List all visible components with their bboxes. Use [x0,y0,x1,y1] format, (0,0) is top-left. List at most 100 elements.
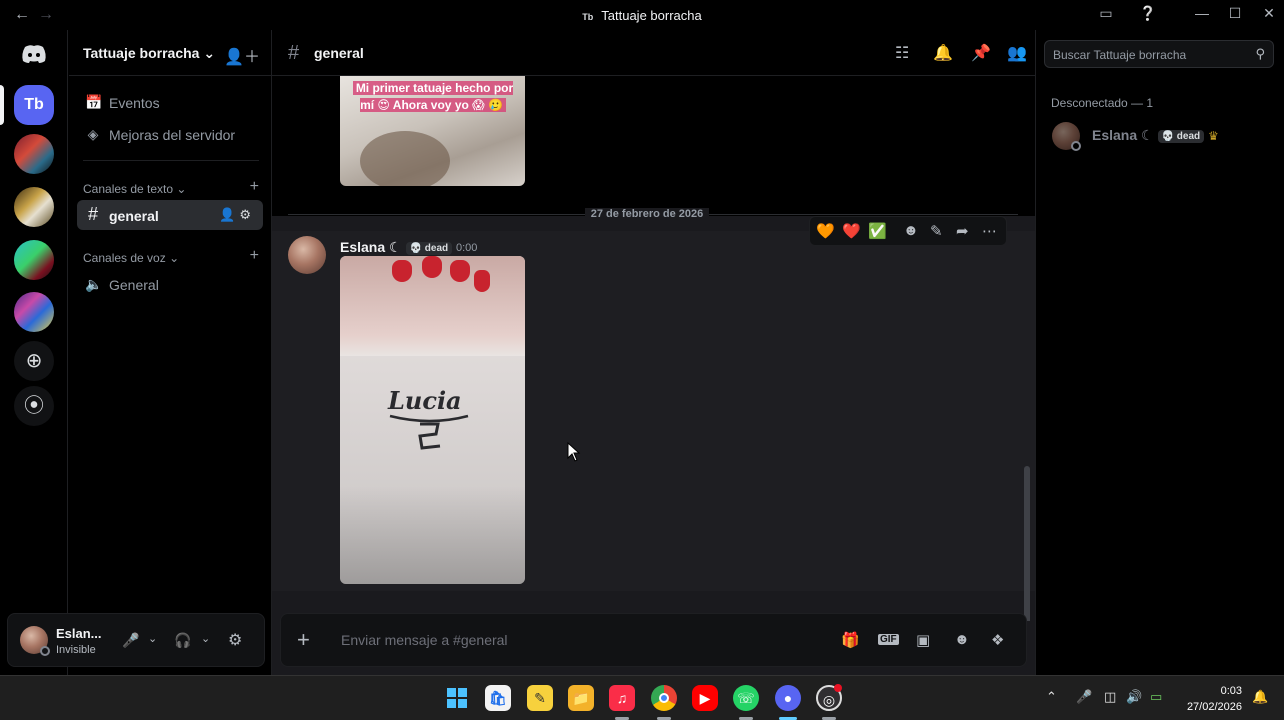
message-composer[interactable]: + Enviar mensaje a #general 🎁 GIF ▣ ☻ ❖ [280,613,1027,667]
youtube-icon[interactable]: ▶ [692,685,718,711]
pin-icon[interactable]: 📌 [971,43,991,63]
forward-icon[interactable]: ➦ [956,222,969,240]
network-icon[interactable]: ◫ [1104,689,1116,705]
discord-home-icon[interactable] [14,34,54,74]
server-icon-folder-3[interactable] [14,240,54,280]
inbox-icon[interactable]: ▭ [1096,5,1116,25]
reaction-check-icon[interactable]: ✅ [868,222,887,240]
add-voice-channel-icon[interactable]: + [250,247,259,265]
bell-icon[interactable]: 🔔 [933,43,953,63]
battery-icon[interactable]: ▭ [1150,689,1162,705]
invite-people-icon[interactable]: 👤＋ [224,43,260,67]
server-icon-folder-1[interactable] [14,134,54,174]
message-author[interactable]: Eslana ☾ 💀 dead [340,239,453,256]
search-placeholder: Buscar Tattuaje borracha [1053,48,1187,62]
gear-icon[interactable]: ⚙ [239,207,255,222]
server-name[interactable]: Tattuaje borracha ⌄ [83,45,215,62]
hash-icon: # [87,204,98,224]
sticky-notes-icon[interactable]: ✎ [527,685,553,711]
server-icon-tattuaje[interactable]: Tb [14,85,54,125]
sticker-icon[interactable]: ▣ [916,631,930,649]
chevron-up-icon[interactable]: ⌃ [1046,689,1057,705]
message-image-attachment[interactable]: Mi primer tatuaje hecho por mí 😍 Ahora v… [340,76,525,186]
minimize-icon[interactable]: — [1192,5,1212,25]
file-explorer-icon[interactable]: 📁 [568,685,594,711]
gif-icon[interactable]: GIF [878,634,899,645]
settings-gear-icon[interactable]: ⚙ [228,630,242,650]
reaction-heart-icon[interactable]: ❤️ [842,222,861,240]
member-name: Eslana ☾ [1092,127,1154,143]
headphones-icon[interactable]: 🎧 [174,632,191,649]
calendar-icon: 📅 [85,94,103,110]
gift-icon[interactable]: 🎁 [841,631,860,649]
reaction-orange-heart-icon[interactable]: 🧡 [816,222,835,240]
tattoo-text: Lucia [387,386,462,415]
server-icon-folder-2[interactable] [14,187,54,227]
help-icon[interactable]: ❔ [1138,5,1158,25]
mouse-cursor-icon [567,442,581,462]
clock-date: 27/02/2026 [1186,701,1242,713]
add-server-icon[interactable]: ⊕ [14,341,54,381]
category-label: Canales de texto [83,182,174,196]
members-icon[interactable]: 👥 [1007,43,1027,63]
add-text-channel-icon[interactable]: + [250,178,259,196]
notifications-icon[interactable]: 🔔 [1252,689,1268,705]
category-text-channels[interactable]: Canales de texto ⌄ [83,182,186,196]
plus-icon[interactable]: + [297,627,310,653]
chevron-down-icon: ⌄ [169,251,180,265]
sidebar-item-mejoras[interactable]: ◈ Mejoras del servidor [77,119,263,149]
maximize-icon[interactable]: ☐ [1225,5,1245,25]
store-icon[interactable]: 🛍 [485,685,511,711]
message-list: Mi primer tatuaje hecho por mí 😍 Ahora v… [272,76,1035,621]
invite-icon[interactable]: 👤 [219,207,239,222]
close-icon[interactable]: ✕ [1259,5,1279,25]
sidebar-item-eventos[interactable]: 📅 Eventos [77,87,263,117]
microphone-icon[interactable]: 🎤 [1076,689,1092,705]
username[interactable]: Eslan... [56,626,102,641]
more-options-icon[interactable]: ⋯ [982,222,997,240]
scrollbar[interactable] [1024,466,1030,621]
chevron-down-icon[interactable]: ⌄ [148,632,157,645]
message[interactable]: Eslana ☾ 💀 dead 0:00 Lucia [272,231,1035,591]
message-timestamp: 0:00 [456,242,478,254]
member-item[interactable]: Eslana ☾ 💀 dead ♛ [1092,127,1219,144]
volume-icon[interactable]: 🔊 [1126,689,1142,705]
whatsapp-icon[interactable]: ☏ [733,685,759,711]
chat-area: # general ☷ 🔔 📌 👥 Mi primer tatuaje hech… [272,30,1035,675]
search-input[interactable]: Buscar Tattuaje borracha ⚲ [1044,40,1274,68]
image-caption: Mi primer tatuaje hecho por mí 😍 Ahora v… [346,80,520,114]
edit-pencil-icon[interactable]: ✎ [930,222,943,240]
chrome-icon[interactable] [651,685,677,711]
discord-icon[interactable]: ● [775,685,801,711]
avatar[interactable] [288,236,326,274]
channel-actions: 👤⚙ [219,207,255,223]
author-name: Eslana ☾ [340,239,402,255]
photo-detail [360,131,450,186]
date-divider-text: 27 de febrero de 2026 [584,208,710,220]
channel-sidebar: Tattuaje borracha ⌄ 👤＋ 📅 Eventos ◈ Mejor… [69,30,272,675]
threads-icon[interactable]: ☷ [895,43,909,63]
clock[interactable]: 0:03 27/02/2026 [1187,683,1242,715]
message-hover-toolbar: 🧡 ❤️ ✅ ☻ ✎ ➦ ⋯ [809,216,1007,246]
message-image-attachment[interactable]: Lucia [340,256,525,584]
recording-badge [834,684,842,692]
windows-start-icon[interactable] [444,685,470,711]
server-icon-folder-4[interactable] [14,292,54,332]
channel-header: # general ☷ 🔔 📌 👥 [272,30,1035,76]
message-input[interactable]: Enviar mensaje a #general [341,632,508,648]
microphone-icon[interactable]: 🎤 [122,632,139,649]
status-indicator [1071,141,1081,151]
emoji-icon[interactable]: ☻ [954,631,970,648]
music-icon[interactable]: ♫ [609,685,635,711]
add-reaction-icon[interactable]: ☻ [903,222,919,239]
user-panel: Eslan... Invisible 🎤 ⌄ 🎧 ⌄ ⚙ [7,613,265,667]
channel-general[interactable]: # general 👤⚙ [77,200,263,230]
chevron-down-icon[interactable]: ⌄ [201,632,210,645]
server-header[interactable]: Tattuaje borracha ⌄ 👤＋ [69,30,272,76]
explore-icon[interactable]: ⦿ [14,386,54,426]
clock-time: 0:03 [1220,685,1242,697]
category-voice-channels[interactable]: Canales de voz ⌄ [83,251,179,265]
search-icon: ⚲ [1255,46,1265,61]
apps-icon[interactable]: ❖ [991,631,1004,649]
voice-channel-general[interactable]: 🔈 General [77,269,263,299]
